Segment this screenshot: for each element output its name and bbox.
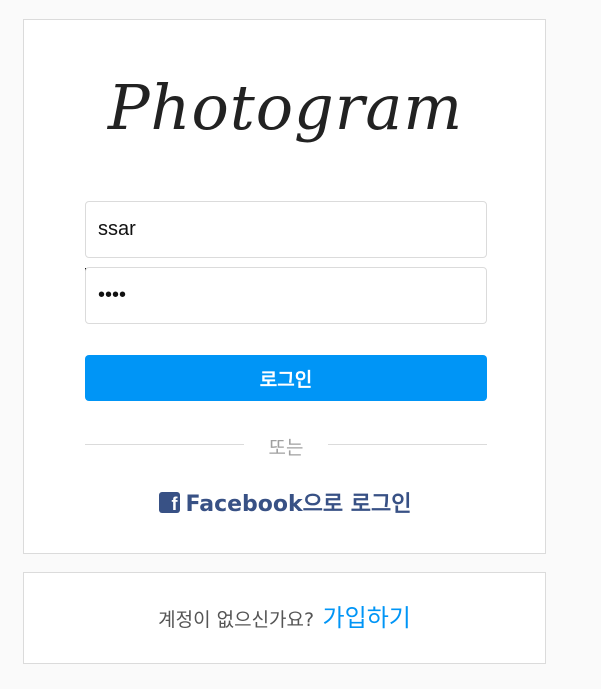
divider-text: 또는 [268,437,304,459]
facebook-login-button[interactable]: f Facebook으로 로그인 [24,486,547,518]
password-input[interactable] [85,267,487,324]
signup-link[interactable]: 가입하기 [323,604,411,632]
or-divider: 또는 [85,430,487,460]
photogram-logo: Photogram [107,71,464,144]
facebook-login-label: Facebook으로 로그인 [185,492,412,517]
divider-line-right [328,444,487,445]
divider-line-left [85,444,244,445]
login-button[interactable]: 로그인 [85,355,487,401]
signup-card: 계정이 없으신가요? 가입하기 [23,572,546,664]
facebook-icon: f [159,491,181,513]
login-card: Photogram 로그인 또는 fFacebook으로 로그인 [23,19,546,554]
username-input[interactable] [85,201,487,258]
signup-prompt: 계정이 없으신가요? [158,609,315,631]
